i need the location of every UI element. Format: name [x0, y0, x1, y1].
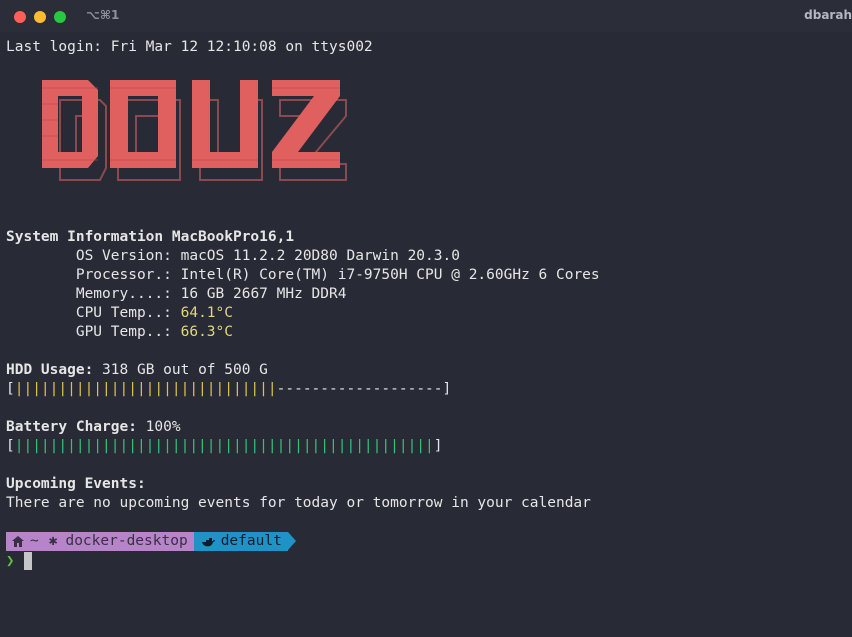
hdd-usage-heading: HDD Usage: — [6, 362, 94, 378]
cpu-temp-value: 64.1°C — [180, 305, 233, 321]
last-login-line: Last login: Fri Mar 12 12:10:08 on ttys0… — [6, 39, 373, 55]
hdd-bar-fill: |||||||||||||||||||||||||||||| — [14, 381, 277, 397]
docker-whale-icon — [201, 537, 215, 546]
os-version-value: macOS 11.2.2 20D80 Darwin 20.3.0 — [180, 248, 460, 264]
prompt-docker-label: docker-desktop — [65, 533, 188, 549]
battery-value: 100% — [136, 419, 181, 435]
cpu-temp-label: CPU Temp..: — [6, 305, 181, 321]
hdd-bar-open: [ — [6, 381, 15, 397]
home-icon — [12, 536, 24, 547]
shell-prompt: ~ ✱ docker-desktop default — [6, 532, 296, 551]
processor-row: Processor.: Intel(R) Core(TM) i7-9750H C… — [6, 266, 600, 285]
text-cursor — [24, 551, 33, 570]
input-line[interactable]: ❯ — [6, 551, 33, 570]
sysinfo-heading: System Information MacBookPro16,1 — [6, 229, 295, 245]
gpu-temp-row: GPU Temp..: 66.3°C — [6, 323, 233, 342]
window-title: dbarah — [804, 8, 852, 22]
battery-bar-fill: ||||||||||||||||||||||||||||||||||||||||… — [14, 438, 434, 454]
battery-heading: Battery Charge: — [6, 419, 137, 435]
zoom-button[interactable] — [54, 11, 66, 23]
title-bar: ⌥⌘1 dbarah — [0, 0, 852, 32]
gpu-temp-label: GPU Temp..: — [6, 324, 181, 340]
memory-row: Memory....: 16 GB 2667 MHz DDR4 — [6, 285, 347, 304]
cpu-temp-row: CPU Temp..: 64.1°C — [6, 304, 233, 323]
prompt-docker-segment: ✱ docker-desktop — [42, 532, 194, 551]
prompt-end-arrow — [287, 532, 296, 550]
prompt-home-label: ~ — [30, 533, 39, 549]
prompt-context-segment: default — [193, 532, 288, 551]
asterisk-icon: ✱ — [48, 533, 58, 549]
battery-bar-close: ] — [433, 438, 443, 454]
os-version-label: OS Version: — [6, 248, 181, 264]
hdd-usage-value: 318 GB out of 500 G — [93, 362, 268, 378]
window-shortcut: ⌥⌘1 — [86, 8, 120, 22]
battery-row: Battery Charge: 100% — [6, 418, 181, 437]
douz-logo — [42, 80, 347, 181]
close-button[interactable] — [14, 11, 26, 23]
hdd-usage-row: HDD Usage: 318 GB out of 500 G — [6, 361, 268, 380]
hdd-bar-empty: ------------------- — [276, 381, 443, 397]
hdd-bar-close: ] — [442, 381, 452, 397]
processor-value: Intel(R) Core(TM) i7-9750H CPU @ 2.60GHz… — [180, 267, 600, 283]
minimize-button[interactable] — [34, 11, 46, 23]
prompt-home-segment: ~ — [6, 532, 43, 551]
processor-label: Processor.: — [6, 267, 181, 283]
prompt-chevron-icon: ❯ — [6, 552, 15, 569]
gpu-temp-value: 66.3°C — [180, 324, 233, 340]
battery-bar: [|||||||||||||||||||||||||||||||||||||||… — [6, 437, 443, 456]
battery-bar-open: [ — [6, 438, 15, 454]
events-text: There are no upcoming events for today o… — [6, 495, 591, 511]
memory-label: Memory....: — [6, 286, 181, 302]
events-heading: Upcoming Events: — [6, 476, 146, 492]
os-version-row: OS Version: macOS 11.2.2 20D80 Darwin 20… — [6, 247, 460, 266]
memory-value: 16 GB 2667 MHz DDR4 — [180, 286, 347, 302]
hdd-usage-bar: [||||||||||||||||||||||||||||||---------… — [6, 380, 451, 399]
prompt-context-label: default — [220, 533, 282, 549]
